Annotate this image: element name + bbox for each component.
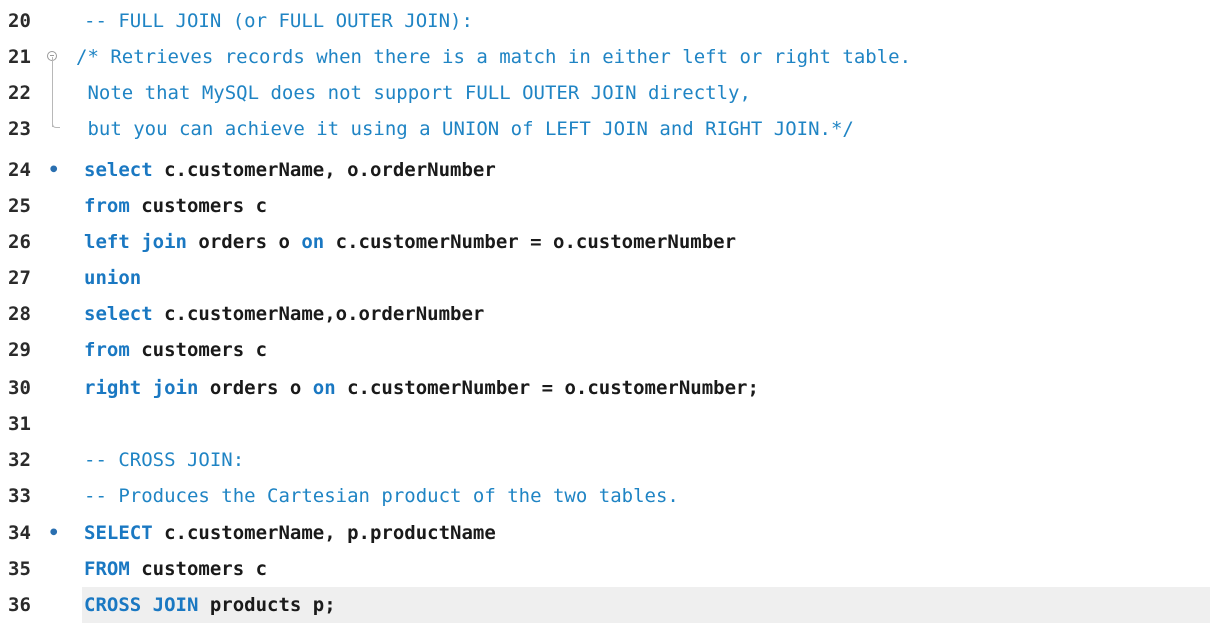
- code-text: products p;: [198, 594, 336, 616]
- code-text: c.customerName, p.productName: [152, 522, 496, 544]
- code-text: customers c: [129, 339, 268, 361]
- line-number: 35: [8, 558, 31, 580]
- code-text: c.customerNumber = o.customerNumber: [324, 231, 737, 253]
- code-line[interactable]: 32 -- CROSS JOIN:: [0, 442, 1210, 478]
- code-text: c.customerName, o.orderNumber: [152, 159, 496, 181]
- keyword: right join: [84, 377, 199, 399]
- code-line[interactable]: 31: [0, 406, 1210, 442]
- line-number: 27: [8, 267, 31, 289]
- keyword: on: [312, 377, 336, 399]
- line-number: 29: [8, 339, 31, 361]
- code-line[interactable]: 35 FROM customers c: [0, 551, 1210, 587]
- code-text: customers c: [129, 558, 268, 580]
- code-text: customers c: [129, 195, 268, 217]
- code-line[interactable]: 29 from customers c: [0, 332, 1210, 368]
- code-line[interactable]: 28 select c.customerName,o.orderNumber: [0, 296, 1210, 332]
- code-text: orders o: [198, 377, 313, 399]
- code-line[interactable]: 25 from customers c: [0, 188, 1210, 224]
- keyword: union: [84, 267, 142, 289]
- code-line[interactable]: 30 right join orders o on c.customerNumb…: [0, 370, 1210, 406]
- code-line[interactable]: 26 left join orders o on c.customerNumbe…: [0, 224, 1210, 260]
- keyword: SELECT: [84, 522, 153, 544]
- code-line[interactable]: 34 • SELECT c.customerName, p.productNam…: [0, 515, 1210, 551]
- code-line[interactable]: 33 -- Produces the Cartesian product of …: [0, 478, 1210, 514]
- line-number: 20: [8, 10, 31, 32]
- keyword: on: [301, 231, 325, 253]
- keyword: FROM: [84, 558, 130, 580]
- line-number: 33: [8, 485, 31, 507]
- line-number: 30: [8, 377, 31, 399]
- code-line[interactable]: 24 • select c.customerName, o.orderNumbe…: [0, 152, 1210, 188]
- keyword: select: [84, 159, 153, 181]
- comment-text: -- CROSS JOIN:: [84, 449, 245, 471]
- line-number: 32: [8, 449, 31, 471]
- sql-editor[interactable]: 20 -- FULL JOIN (or FULL OUTER JOIN): 21…: [0, 0, 1218, 625]
- line-number: 36: [8, 594, 31, 616]
- line-number: 26: [8, 231, 31, 253]
- code-line[interactable]: 20 -- FULL JOIN (or FULL OUTER JOIN):: [0, 3, 1210, 39]
- line-number: 23: [8, 118, 31, 140]
- code-line[interactable]: 22 Note that MySQL does not support FULL…: [0, 75, 1210, 111]
- keyword: left join: [84, 231, 187, 253]
- line-number: 21: [8, 46, 31, 68]
- statement-marker-icon: •: [48, 522, 60, 544]
- code-line[interactable]: 27 union: [0, 260, 1210, 296]
- line-number: 28: [8, 303, 31, 325]
- statement-marker-icon: •: [48, 159, 60, 181]
- comment-text: Note that MySQL does not support FULL OU…: [76, 82, 751, 104]
- code-text: c.customerName,o.orderNumber: [152, 303, 485, 325]
- comment-text: /* Retrieves records when there is a mat…: [76, 46, 912, 68]
- code-line[interactable]: 23 but you can achieve it using a UNION …: [0, 111, 1210, 147]
- code-line-current[interactable]: 36 CROSS JOIN products p;: [8, 587, 1210, 623]
- line-number: 31: [8, 413, 31, 435]
- comment-text: -- Produces the Cartesian product of the…: [84, 485, 679, 507]
- keyword: select: [84, 303, 153, 325]
- comment-text: but you can achieve it using a UNION of …: [76, 118, 854, 140]
- line-number: 25: [8, 195, 31, 217]
- keyword: from: [84, 339, 130, 361]
- keyword: CROSS JOIN: [84, 594, 199, 616]
- line-number: 22: [8, 82, 31, 104]
- code-line[interactable]: 21 /* Retrieves records when there is a …: [0, 39, 1210, 75]
- code-text: orders o: [186, 231, 302, 253]
- comment-text: -- FULL JOIN (or FULL OUTER JOIN):: [84, 10, 473, 32]
- keyword: from: [84, 195, 130, 217]
- code-text: c.customerNumber = o.customerNumber;: [335, 377, 759, 399]
